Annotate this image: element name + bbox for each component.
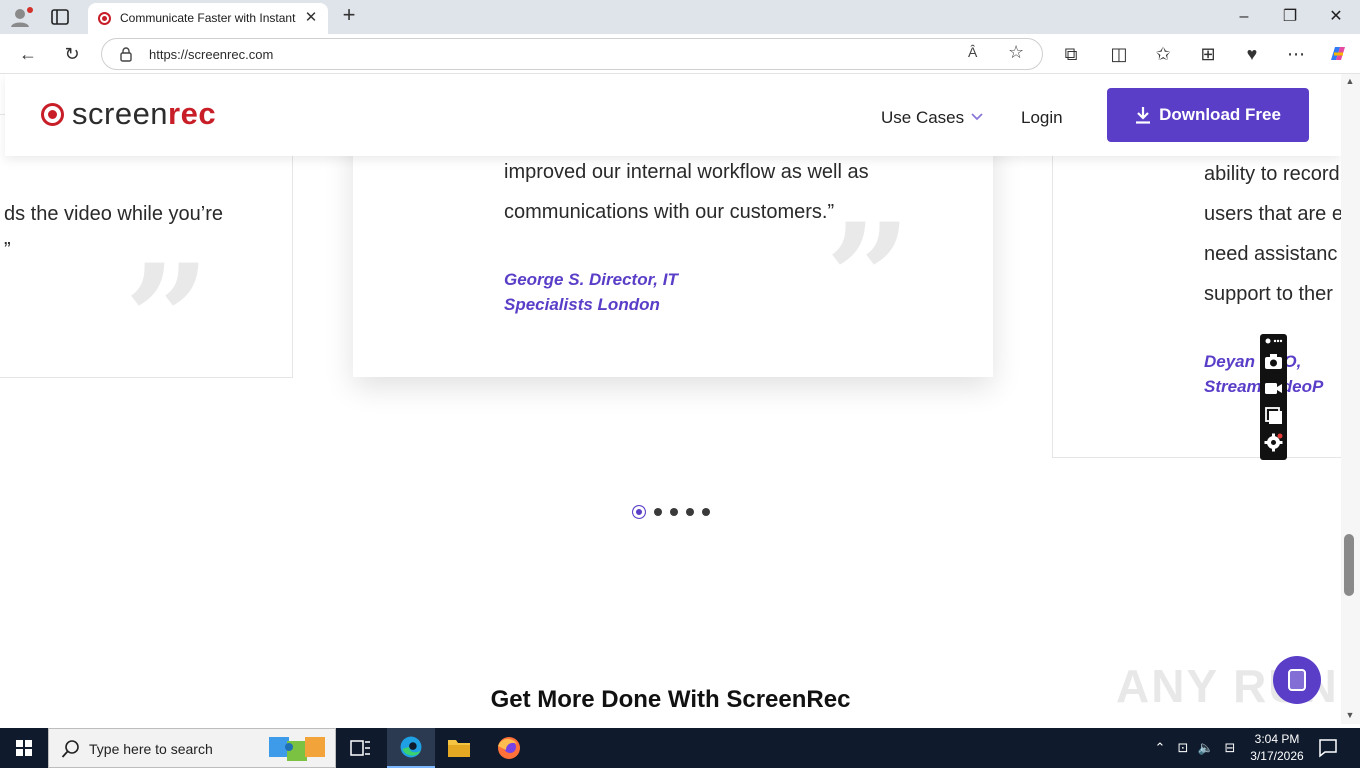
clock-time: 3:04 PM [1254,732,1300,746]
download-free-label: Download Free [1159,105,1281,124]
search-placeholder: Type here to search [89,741,213,757]
active-tab[interactable]: Communicate Faster with Instant ✕ [88,3,328,34]
logo-text-rec: rec [168,96,217,131]
carousel-dot[interactable] [654,508,662,516]
carousel-dot[interactable] [702,508,710,516]
testimonial-text: users that are e [1204,203,1341,225]
network-icon[interactable]: ⊟ [1220,738,1240,758]
file-explorer-icon[interactable] [435,728,483,768]
copilot-icon[interactable] [1326,42,1350,66]
widget-menu-icon[interactable] [1264,336,1283,346]
minimize-button[interactable]: – [1232,6,1256,28]
back-button[interactable]: ← [16,42,40,66]
notifications-icon[interactable] [1316,736,1340,760]
screenrec-recorder-widget[interactable] [1260,334,1287,460]
windows-start-icon[interactable] [0,728,48,768]
carousel-dots [632,505,710,519]
new-tab-button[interactable]: + [338,4,360,27]
address-bar[interactable]: https://screenrec.com Â ☆ [101,38,1043,70]
firefox-icon[interactable] [485,728,533,768]
nav-login[interactable]: Login [1021,108,1063,128]
refresh-button[interactable]: ↻ [60,42,84,66]
close-tab-icon[interactable]: ✕ [302,9,320,27]
restore-button[interactable]: ❐ [1278,6,1302,28]
collections-icon[interactable]: ⊞ [1196,42,1220,66]
tab-title: Communicate Faster with Instant [120,11,296,25]
favorite-star-icon[interactable]: ☆ [1008,42,1024,63]
carousel-dot[interactable] [686,508,694,516]
meet-now-icon[interactable]: ⊡ [1173,738,1193,758]
testimonial-author: Specialists London [504,295,660,314]
taskbar-search-box[interactable]: Type here to search [48,728,336,768]
download-free-button[interactable]: Download Free [1107,88,1309,142]
testimonial-text: ds the video while you’re [4,203,224,225]
chevron-down-icon[interactable] [970,112,984,122]
windows-taskbar: Type here to search ⌃ ⊡ 🔈 ⊟ 3:04 PM 3/17… [0,728,1360,768]
testimonial-text: improved our internal workflow as well a… [504,161,869,183]
screenrec-logo[interactable]: screenrec [41,96,216,132]
carousel-dot[interactable] [670,508,678,516]
task-view-icon[interactable] [336,728,384,768]
settings-gear-icon[interactable] [1264,433,1283,452]
browser-tab-bar: Communicate Faster with Instant ✕ + – ❐ … [0,0,1360,34]
screenshot-camera-icon[interactable] [1264,352,1283,371]
logo-text-screen: screen [72,96,169,131]
url-text[interactable]: https://screenrec.com [149,47,273,62]
testimonial-text: ” [4,239,11,261]
download-icon [1136,107,1151,124]
testimonial-text: ability to record [1204,163,1340,185]
quote-mark-icon: ” [124,232,211,408]
scroll-up-arrow-icon[interactable]: ▲ [1344,76,1356,86]
testimonial-author: George S. Director, IT [504,270,678,289]
gallery-icon[interactable] [1264,406,1283,425]
taskbar-clock[interactable]: 3:04 PM 3/17/2026 [1245,731,1309,765]
logo-record-icon [41,102,64,126]
logo-text: screenrec [72,96,216,132]
search-icon [61,740,79,758]
close-window-button[interactable]: ✕ [1324,6,1348,28]
performance-icon[interactable]: ♥ [1240,42,1264,66]
testimonial-text: support to ther [1204,283,1333,305]
scroll-down-arrow-icon[interactable]: ▼ [1344,710,1356,720]
tray-overflow-chevron-icon[interactable]: ⌃ [1150,738,1170,758]
carousel-dot[interactable] [632,505,646,519]
profile-icon[interactable] [8,5,36,29]
testimonial-text: communications with our customers.” [504,201,835,223]
quote-mark-icon: ” [825,191,912,367]
volume-icon[interactable]: 🔈 [1196,738,1216,758]
nav-use-cases[interactable]: Use Cases [881,108,964,128]
page-scrollbar[interactable]: ▲ ▼ [1341,74,1360,724]
chat-widget-button[interactable] [1273,656,1321,704]
chat-icon [1288,669,1306,691]
screenrec-favicon-icon [98,12,111,25]
video-record-icon[interactable] [1264,379,1283,398]
browser-toolbar: ← ↻ https://screenrec.com Â ☆ ⧉ ◫ ✩ ⊞ ♥… [0,34,1360,74]
clock-date: 3/17/2026 [1250,749,1304,763]
split-screen-icon[interactable]: ◫ [1107,42,1131,66]
site-header: screenrec Use Cases Login Download Free [5,74,1341,156]
more-menu-icon[interactable]: ⋯ [1284,42,1308,66]
edge-browser-icon[interactable] [387,728,435,768]
extensions-icon[interactable]: ⧉ [1059,42,1083,66]
web-page: ds the video while you’re ” ” improved o… [0,74,1341,724]
scrollbar-thumb[interactable] [1344,534,1354,596]
tab-actions-icon[interactable] [48,7,72,27]
read-aloud-icon[interactable]: Â [968,44,977,60]
favorites-icon[interactable]: ✩ [1151,42,1175,66]
testimonial-card-right: ability to record users that are e need … [1052,75,1341,458]
search-highlight-puzzle-icon [269,737,325,761]
testimonial-text: need assistanc [1204,243,1338,265]
lock-icon[interactable] [118,46,134,62]
